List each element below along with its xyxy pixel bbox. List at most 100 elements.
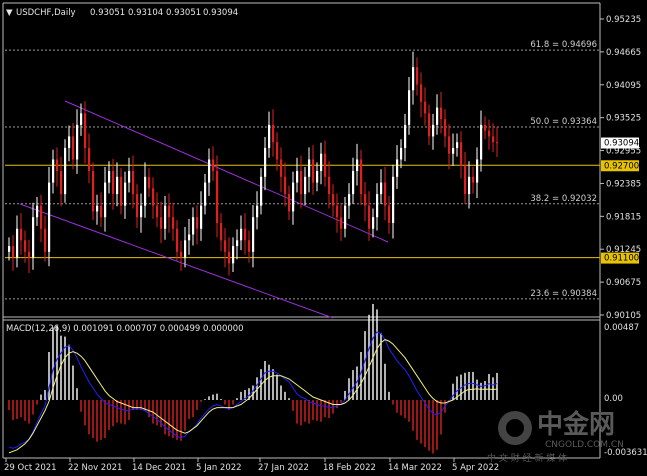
candle-body xyxy=(444,119,447,137)
candle-body xyxy=(344,205,347,229)
candle-body xyxy=(480,124,483,160)
time-tick-label: 14 Dec 2021 xyxy=(132,463,186,473)
candle-body xyxy=(24,240,27,252)
candle-body xyxy=(8,246,11,252)
candle-body xyxy=(156,205,159,218)
candle-body xyxy=(244,228,247,241)
candle-body xyxy=(16,228,19,258)
candle-body xyxy=(360,159,363,195)
candle-body xyxy=(188,234,191,241)
price-tick-label: 0.92385 xyxy=(606,179,641,189)
candle-body xyxy=(316,171,319,183)
current-price-tag-label: 0.93094 xyxy=(604,139,639,149)
ohlc-close: 0.93094 xyxy=(203,8,238,18)
trading-chart[interactable]: 中金网 CNGOLD.COM.CN 中 文 财 经 新 媒 体 ▼ USDCHF… xyxy=(0,0,647,476)
candle-body xyxy=(428,113,431,137)
candle-body xyxy=(368,205,371,229)
time-tick-label: 14 Mar 2022 xyxy=(388,463,442,473)
candle-body xyxy=(220,222,223,241)
candle-body xyxy=(184,240,187,258)
candle-body xyxy=(216,171,219,223)
macd-label: MACD(12,26,9) 0.001091 0.000707 0.000499… xyxy=(6,324,244,334)
candle-body xyxy=(256,205,259,218)
candle-body xyxy=(40,205,43,229)
candle-body xyxy=(60,171,63,195)
candle-body xyxy=(352,171,355,195)
candle-body xyxy=(52,159,55,183)
candle-body xyxy=(180,251,183,258)
price-tick-label: 0.93525 xyxy=(606,114,641,124)
candle-body xyxy=(388,205,391,223)
candle-body xyxy=(484,124,487,131)
candle-body xyxy=(252,217,255,252)
candle-body xyxy=(64,147,67,195)
fib-level-label: 23.6 = 0.90384 xyxy=(530,289,597,299)
candle-body xyxy=(392,176,395,223)
candle-body xyxy=(284,176,287,195)
hline-price-tag-label: 0.92700 xyxy=(604,161,639,171)
candle-body xyxy=(472,176,475,183)
symbol-dropdown-icon[interactable]: ▼ xyxy=(6,8,13,18)
time-tick-label: 5 Apr 2022 xyxy=(452,463,499,473)
price-tick-label: 0.94665 xyxy=(606,48,641,58)
candle-body xyxy=(492,136,495,143)
candle-body xyxy=(44,228,47,252)
candle-body xyxy=(332,194,335,206)
ohlc-low: 0.93051 xyxy=(166,8,201,18)
time-tick-label: 18 Feb 2022 xyxy=(323,463,376,473)
candle-body xyxy=(120,176,123,206)
candle-body xyxy=(416,67,419,85)
candle-body xyxy=(308,159,311,177)
candle-body xyxy=(464,165,467,195)
candle-body xyxy=(356,159,359,172)
candle-body xyxy=(124,182,127,206)
candle-body xyxy=(232,246,235,264)
candle-body xyxy=(496,142,499,144)
candle-body xyxy=(372,217,375,229)
candle-body xyxy=(176,228,179,252)
candle-body xyxy=(404,124,407,148)
watermark-brand: 中金网 xyxy=(537,409,615,440)
candle-body xyxy=(204,182,207,206)
candle-body xyxy=(432,124,435,137)
candle-body xyxy=(364,194,367,206)
macd-tick-top: 0.00487 xyxy=(604,323,639,333)
candle-body xyxy=(68,136,71,148)
candle-body xyxy=(144,176,147,206)
candle-body xyxy=(348,194,351,206)
price-tick-label: 0.95235 xyxy=(606,15,641,25)
candle-body xyxy=(448,136,451,154)
candle-body xyxy=(476,159,479,183)
candle-body xyxy=(296,171,299,183)
candle-body xyxy=(400,147,403,160)
candle-body xyxy=(264,147,267,177)
candle-body xyxy=(336,205,339,218)
candle-body xyxy=(452,147,455,154)
candle-body xyxy=(172,217,175,229)
candle-body xyxy=(48,182,51,252)
price-tick-label: 0.90675 xyxy=(606,278,641,288)
candle-body xyxy=(420,84,423,102)
candle-body xyxy=(240,228,243,241)
candle-body xyxy=(408,90,411,125)
cngold-logo-inner xyxy=(506,419,524,437)
candle-body xyxy=(132,171,135,195)
candle-body xyxy=(140,205,143,218)
ohlc-high: 0.93104 xyxy=(128,8,163,18)
candle-body xyxy=(304,176,307,195)
fib-level-label: 61.8 = 0.94696 xyxy=(530,40,597,50)
candle-body xyxy=(160,217,163,229)
candle-body xyxy=(340,217,343,229)
price-tick-label: 0.91815 xyxy=(606,212,641,222)
candle-body xyxy=(128,171,131,183)
candle-body xyxy=(104,182,107,218)
candle-body xyxy=(272,124,275,143)
candle-body xyxy=(168,205,171,218)
time-tick-label: 22 Nov 2021 xyxy=(68,463,122,473)
candle-body xyxy=(440,107,443,120)
candle-body xyxy=(72,136,75,160)
candle-body xyxy=(320,153,323,172)
candle-body xyxy=(116,176,119,195)
candle-body xyxy=(100,205,103,218)
candle-body xyxy=(456,142,459,148)
